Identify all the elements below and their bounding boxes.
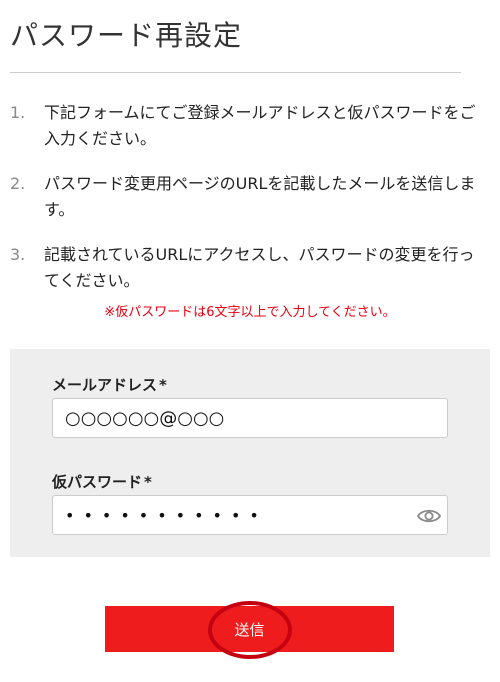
step-number: 3. (10, 245, 26, 264)
password-value: ••••••••••• (65, 505, 268, 525)
title-divider (10, 72, 461, 73)
instruction-step: 1. 下記フォームにてご登録メールアドレスと仮パスワードをご入力ください。 (10, 100, 476, 152)
login-form-panel: メールアドレス * ○○○○○○@○○○ 仮パスワード * ••••••••••• (10, 349, 490, 557)
step-number: 2. (10, 174, 26, 193)
submit-button[interactable]: 送信 (105, 606, 394, 652)
step-text: パスワード変更用ページのURLを記載したメールを送信します。 (44, 174, 476, 219)
instruction-list: 1. 下記フォームにてご登録メールアドレスと仮パスワードをご入力ください。 2.… (10, 100, 476, 313)
email-label: メールアドレス * (52, 374, 167, 395)
step-text: 下記フォームにてご登録メールアドレスと仮パスワードをご入力ください。 (44, 103, 476, 148)
step-text: 記載されているURLにアクセスし、パスワードの変更を行ってください。 (44, 245, 475, 290)
email-field[interactable]: ○○○○○○@○○○ (52, 398, 448, 438)
page-title: パスワード再設定 (10, 19, 243, 52)
instruction-step: 2. パスワード変更用ページのURLを記載したメールを送信します。 (10, 171, 476, 223)
show-password-eye-icon[interactable] (417, 506, 441, 526)
required-mark: * (159, 376, 167, 394)
email-label-text: メールアドレス (52, 376, 158, 394)
password-label-text: 仮パスワード (52, 473, 143, 491)
password-label: 仮パスワード * (52, 471, 152, 492)
password-field[interactable]: ••••••••••• (52, 495, 448, 535)
required-mark: * (144, 473, 152, 491)
password-length-note: ※仮パスワードは6文字以上で入力してください。 (104, 305, 396, 320)
instruction-step: 3. 記載されているURLにアクセスし、パスワードの変更を行ってください。 (10, 242, 476, 294)
step-number: 1. (10, 103, 26, 122)
email-value: ○○○○○○@○○○ (65, 407, 225, 429)
